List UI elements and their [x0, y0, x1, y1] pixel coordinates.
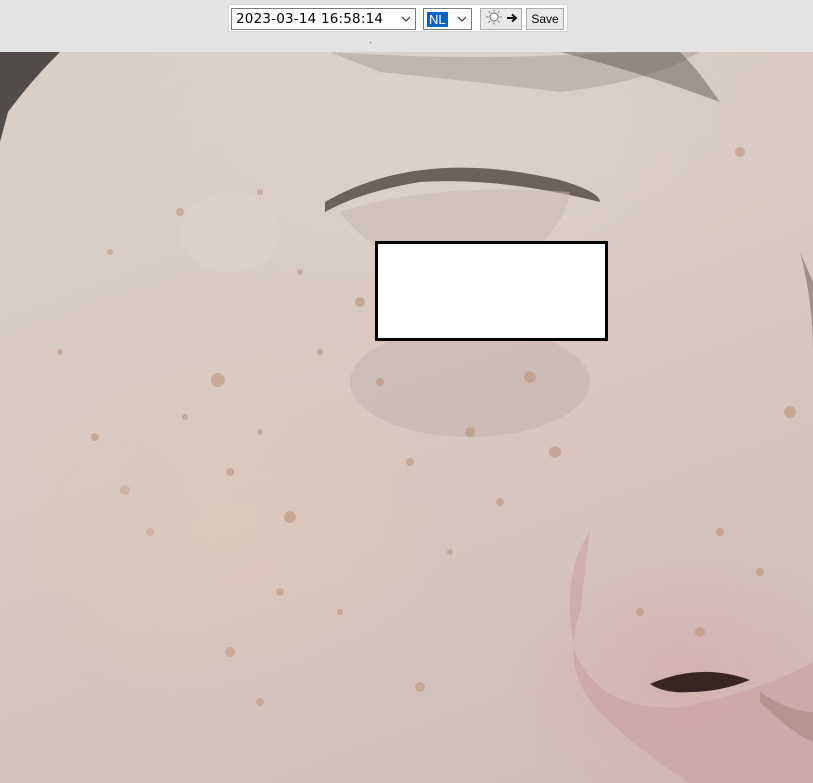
arrow-right-icon — [506, 10, 518, 28]
mode-select-value-wrap: NL — [424, 11, 455, 28]
datetime-select[interactable]: 2023-03-14 16:58:14 — [231, 8, 416, 30]
mode-select[interactable]: NL — [423, 8, 472, 30]
top-bar: 2023-03-14 16:58:14 NL Save — [0, 0, 813, 51]
skin-photo — [0, 52, 813, 783]
redaction-box — [375, 241, 608, 341]
mode-select-value: NL — [427, 11, 448, 27]
chevron-down-icon — [455, 12, 469, 26]
face-illustration — [0, 52, 813, 783]
save-button[interactable]: Save — [526, 8, 564, 30]
datetime-select-value: 2023-03-14 16:58:14 — [236, 11, 384, 27]
status-dot — [370, 42, 371, 43]
toolbar: 2023-03-14 16:58:14 NL Save — [228, 4, 568, 32]
light-toggle-button[interactable] — [480, 8, 522, 30]
bulb-icon — [484, 9, 504, 30]
chevron-down-icon — [399, 12, 413, 26]
